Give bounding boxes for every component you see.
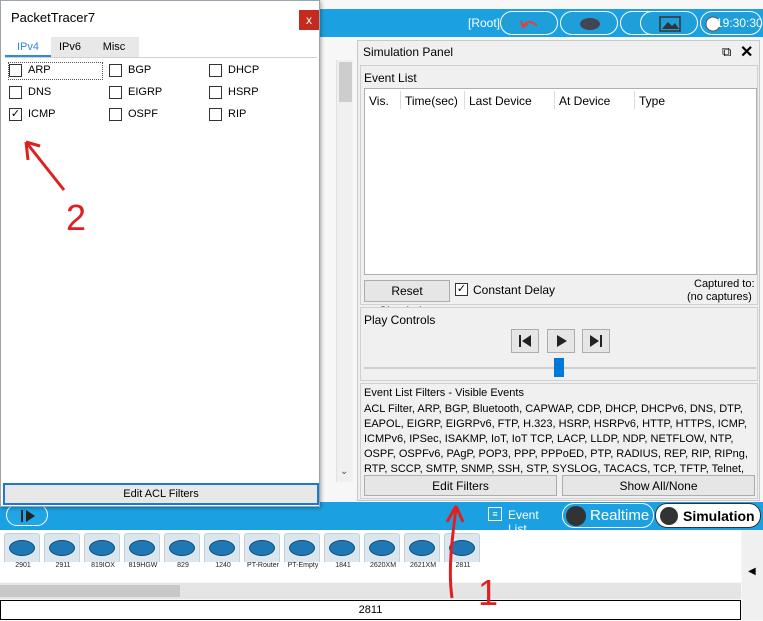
annotation-number-2: 2 <box>66 197 86 238</box>
annotation-arrow-1 <box>448 507 458 599</box>
annotation-layer: 2 1 <box>24 140 498 613</box>
annotation-arrow-2 <box>24 141 66 191</box>
annotation-number-1: 1 <box>478 572 498 613</box>
